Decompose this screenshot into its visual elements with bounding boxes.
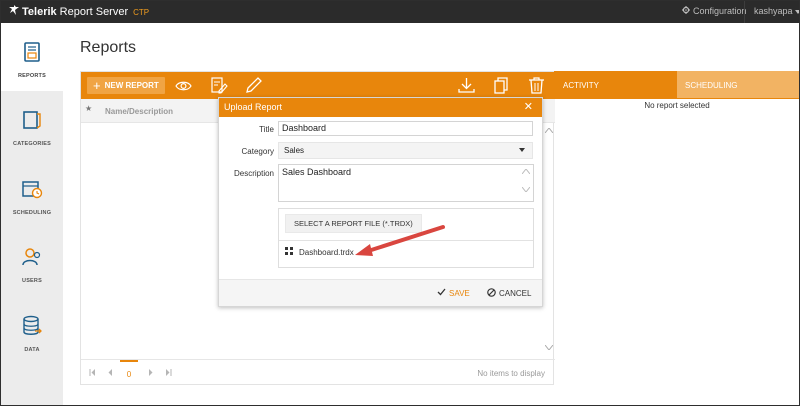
next-page-icon[interactable]: [147, 369, 154, 378]
reports-icon: [21, 41, 43, 63]
copy-icon[interactable]: [492, 76, 511, 95]
sidebar-item-users[interactable]: USERS: [1, 228, 63, 296]
caret-down-icon: [519, 148, 525, 152]
prev-page-icon[interactable]: [107, 369, 114, 378]
plus-icon: +: [93, 77, 101, 93]
close-icon[interactable]: ✕: [524, 100, 533, 113]
empty-selection-message: No report selected: [644, 101, 710, 110]
uploaded-file: Dashboard.trdx: [285, 247, 354, 257]
description-field[interactable]: Sales Dashboard: [278, 164, 534, 202]
cancel-label: CANCEL: [499, 289, 532, 298]
file-icon: [285, 247, 293, 257]
download-icon[interactable]: [457, 76, 476, 95]
category-select[interactable]: Sales: [278, 142, 533, 159]
sidebar-item-reports[interactable]: REPORTS: [1, 23, 63, 91]
category-value: Sales: [284, 146, 305, 155]
upload-report-dialog: Upload Report ✕ Title Dashboard Category…: [218, 97, 543, 307]
app-window: Telerik Report Server CTP Configuration …: [0, 0, 800, 406]
sidebar-item-label: USERS: [22, 278, 42, 284]
scroll-down-icon[interactable]: [544, 343, 554, 352]
favorite-star-icon[interactable]: ★: [85, 104, 92, 113]
configuration-label: Configuration: [693, 6, 747, 16]
tab-scheduling[interactable]: SCHEDULING: [677, 71, 799, 98]
dialog-footer: SAVE CANCEL: [219, 279, 542, 306]
grid-pager: 0 No items to display: [81, 359, 555, 385]
details-panel: ACTIVITY SCHEDULING No report selected: [554, 71, 799, 385]
brand-badge: CTP: [133, 7, 150, 17]
title-label: Title: [259, 125, 274, 134]
title-field[interactable]: Dashboard: [278, 121, 533, 136]
first-page-icon[interactable]: [89, 369, 96, 378]
annotation-arrow-icon: [355, 225, 445, 256]
description-label: Description: [233, 169, 274, 178]
caret-down-icon: [794, 6, 799, 16]
sidebar-item-label: DATA: [24, 347, 40, 353]
telerik-logo-icon: [9, 5, 19, 18]
gear-icon: [682, 6, 690, 16]
dialog-header: Upload Report: [219, 98, 542, 117]
categories-icon: [21, 109, 43, 131]
column-header-name[interactable]: Name/Description: [105, 107, 173, 116]
pager-info: No items to display: [477, 369, 545, 378]
edit-icon[interactable]: [244, 76, 263, 95]
tab-activity[interactable]: ACTIVITY: [554, 71, 677, 98]
sidebar-item-scheduling[interactable]: SCHEDULING: [1, 160, 63, 228]
dialog-title: Upload Report: [224, 102, 283, 112]
category-label: Category: [241, 147, 274, 156]
top-bar: Telerik Report Server CTP Configuration …: [1, 1, 799, 23]
scroll-down-icon[interactable]: [521, 186, 531, 194]
configuration-link[interactable]: Configuration: [682, 6, 747, 16]
check-icon: [437, 288, 446, 298]
sidebar-item-label: SCHEDULING: [12, 210, 52, 216]
brand-name-rest: Report Server: [59, 5, 129, 18]
brand-name-bold: Telerik: [22, 5, 57, 18]
sidebar: REPORTS CATEGORIES SCHEDULING USERS DATA: [1, 23, 63, 405]
tab-underline: [554, 98, 799, 99]
cancel-button[interactable]: CANCEL: [487, 288, 531, 299]
sidebar-item-data[interactable]: DATA: [1, 297, 63, 365]
sidebar-item-categories[interactable]: CATEGORIES: [1, 91, 63, 159]
topbar-divider: [744, 1, 745, 23]
scheduling-icon: [21, 178, 43, 200]
page-title: Reports: [80, 39, 137, 56]
data-icon: [21, 315, 43, 337]
save-label: SAVE: [449, 288, 470, 298]
new-report-button[interactable]: + NEW REPORT: [87, 77, 165, 94]
user-menu[interactable]: kashyapa: [754, 6, 799, 16]
cancel-icon: [487, 288, 496, 299]
last-page-icon[interactable]: [165, 369, 172, 378]
description-value: Sales Dashboard: [282, 167, 352, 177]
scroll-up-icon[interactable]: [544, 126, 554, 135]
reports-toolbar: + NEW REPORT: [81, 72, 555, 99]
scroll-up-icon[interactable]: [521, 168, 531, 176]
delete-icon[interactable]: [527, 76, 546, 95]
sidebar-item-label: CATEGORIES: [13, 141, 51, 147]
file-name: Dashboard.trdx: [299, 247, 354, 257]
new-report-label: NEW REPORT: [104, 81, 159, 90]
users-icon: [21, 246, 43, 268]
edit-definition-icon[interactable]: [209, 76, 228, 95]
sidebar-item-label: REPORTS: [18, 73, 46, 79]
view-icon[interactable]: [174, 76, 193, 95]
current-page[interactable]: 0: [120, 360, 138, 386]
save-button[interactable]: SAVE: [437, 288, 470, 298]
user-label: kashyapa: [754, 6, 793, 16]
brand[interactable]: Telerik Report Server CTP: [9, 5, 149, 18]
